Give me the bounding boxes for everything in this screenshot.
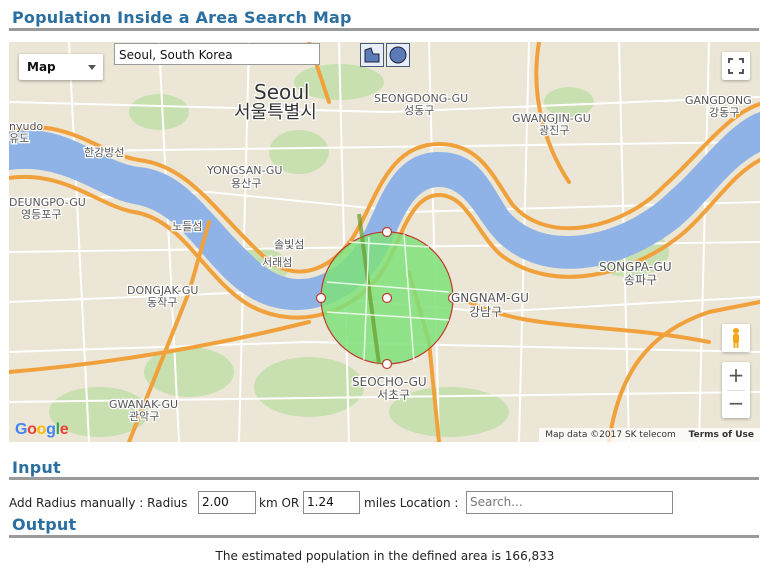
label-seorae: 서래섬 bbox=[262, 256, 292, 269]
zoom-in-button[interactable]: + bbox=[722, 362, 750, 390]
label-yeongdeungpo-kr: 영등포구 bbox=[21, 208, 61, 221]
circle-draw-button[interactable] bbox=[386, 43, 410, 67]
circle-handle-top[interactable] bbox=[381, 226, 393, 238]
map-attribution: Map data ©2017 SK telecom Terms of Use bbox=[539, 428, 760, 442]
circle-handle-bottom[interactable] bbox=[381, 358, 393, 370]
street-view-pegman[interactable] bbox=[722, 324, 750, 352]
label-songpa-kr: 송파구 bbox=[624, 273, 657, 287]
chevron-down-icon bbox=[88, 65, 96, 70]
fullscreen-icon bbox=[728, 58, 744, 74]
label-mapo-kr: 유도 bbox=[9, 132, 29, 145]
label-dongjak-kr: 동작구 bbox=[147, 296, 177, 309]
radius-prefix-label: Add Radius manually : Radius bbox=[9, 496, 188, 510]
label-seoul-en: Seoul bbox=[254, 80, 309, 104]
label-songpa-en: SONGPA-GU bbox=[599, 260, 672, 274]
label-gwangjin-kr: 광진구 bbox=[539, 124, 569, 137]
location-search-input[interactable]: Search... bbox=[466, 491, 673, 514]
zoom-divider bbox=[727, 390, 745, 391]
input-divider bbox=[9, 477, 759, 480]
input-section-title: Input bbox=[12, 458, 61, 477]
title-divider bbox=[9, 28, 759, 31]
radius-miles-field[interactable]: 1.24 bbox=[303, 491, 360, 514]
label-yongsan-en: YONGSAN-GU bbox=[206, 164, 282, 177]
zoom-out-button[interactable]: − bbox=[722, 390, 750, 418]
label-gangdong-kr: 강동구 bbox=[709, 106, 739, 119]
label-seocho-en: SEOCHO-GU bbox=[352, 375, 427, 389]
label-yongsan-kr: 용산구 bbox=[231, 177, 261, 190]
label-gangnam-kr: 강남구 bbox=[469, 305, 502, 319]
label-gangnam-en: GNGNAM-GU bbox=[451, 291, 529, 305]
label-seongdong-kr: 성동구 bbox=[404, 104, 434, 117]
output-divider bbox=[9, 535, 759, 538]
zoom-control: + − bbox=[722, 362, 750, 418]
circle-handle-center[interactable] bbox=[381, 292, 393, 304]
miles-location-label: miles Location : bbox=[364, 496, 459, 510]
radius-km-field[interactable]: 2.00 bbox=[198, 491, 256, 514]
page-title: Population Inside a Area Search Map bbox=[12, 8, 352, 27]
pegman-icon bbox=[733, 328, 739, 348]
map-type-dropdown[interactable]: Map bbox=[19, 54, 103, 80]
polygon-draw-button[interactable] bbox=[360, 43, 384, 67]
label-hangang: 한강방선 bbox=[84, 146, 124, 159]
location-search-box[interactable]: Seoul, South Korea bbox=[114, 43, 320, 65]
population-result: The estimated population in the defined … bbox=[215, 549, 555, 563]
terms-of-use-link[interactable]: Terms of Use bbox=[689, 430, 754, 440]
fullscreen-button[interactable] bbox=[722, 52, 750, 80]
output-section-title: Output bbox=[12, 515, 77, 534]
circle-handle-left[interactable] bbox=[315, 292, 327, 304]
label-seoul-kr: 서울특별시 bbox=[234, 102, 317, 123]
label-gwanak-kr: 관악구 bbox=[129, 410, 159, 423]
km-or-label: km OR bbox=[259, 496, 300, 510]
label-seobinggo: 솔빛섬 bbox=[274, 238, 304, 251]
circle-draw-icon bbox=[389, 46, 407, 64]
label-nodeulseom: 노들섬 bbox=[172, 220, 202, 233]
google-logo: Google bbox=[15, 421, 69, 438]
polygon-draw-icon bbox=[364, 47, 380, 63]
map-view[interactable]: Seoul 서울특별시 SEONGDONG-GU 성동구 GWANGJIN-GU… bbox=[9, 42, 760, 442]
label-seocho-kr: 서초구 bbox=[377, 388, 410, 402]
map-type-label: Map bbox=[27, 60, 56, 74]
map-canvas[interactable]: Seoul 서울특별시 SEONGDONG-GU 성동구 GWANGJIN-GU… bbox=[9, 42, 760, 442]
map-data-credit: Map data ©2017 SK telecom bbox=[545, 430, 676, 440]
